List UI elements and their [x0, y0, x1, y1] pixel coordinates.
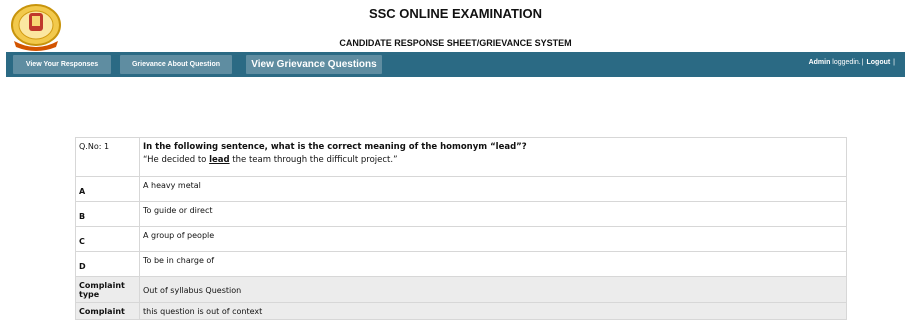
complaint-type-row: Complaint type Out of syllabus Question: [75, 276, 847, 303]
page-subtitle: CANDIDATE RESPONSE SHEET/GRIEVANCE SYSTE…: [339, 38, 572, 48]
logout-link[interactable]: Logout: [867, 59, 891, 66]
option-row: C A group of people: [75, 226, 847, 252]
option-row: B To guide or direct: [75, 201, 847, 227]
page-title: SSC ONLINE EXAMINATION: [368, 6, 543, 21]
option-text: To guide or direct: [139, 201, 847, 227]
option-label: B: [75, 201, 140, 227]
view-your-responses-button[interactable]: View Your Responses: [13, 55, 111, 74]
complaint-type-value: Out of syllabus Question: [139, 276, 847, 303]
separator: |: [861, 59, 864, 66]
question-sentence: “He decided to lead the team through the…: [143, 155, 843, 165]
option-label: C: [75, 226, 140, 252]
user-status: Admin loggedin.| Logout |: [809, 59, 896, 66]
sentence-after: the team through the difficult project.”: [229, 155, 398, 165]
complaint-label: Complaint: [75, 302, 140, 320]
option-text: A heavy metal: [139, 176, 847, 202]
option-label: D: [75, 251, 140, 277]
user-name: Admin: [808, 59, 831, 66]
complaint-row: Complaint this question is out of contex…: [75, 302, 847, 320]
option-text: A group of people: [139, 226, 847, 252]
grievance-about-question-button[interactable]: Grievance About Question: [120, 55, 232, 74]
view-grievance-questions-button[interactable]: View Grievance Questions: [246, 55, 382, 74]
option-row: D To be in charge of: [75, 251, 847, 277]
option-row: A A heavy metal: [75, 176, 847, 202]
sentence-before: “He decided to: [143, 155, 210, 165]
top-nav-bar: View Your Responses Grievance About Ques…: [6, 52, 905, 77]
sentence-highlight: lead: [209, 155, 230, 165]
question-text: In the following sentence, what is the c…: [143, 142, 527, 152]
option-label: A: [75, 176, 140, 202]
option-text: To be in charge of: [139, 251, 847, 277]
response-table: Q.No: 1 In the following sentence, what …: [75, 137, 847, 320]
complaint-value: this question is out of context: [139, 302, 847, 320]
page-header: SSC ONLINE EXAMINATION CANDIDATE RESPONS…: [0, 0, 911, 52]
complaint-type-label: Complaint type: [75, 276, 140, 303]
question-row: Q.No: 1 In the following sentence, what …: [75, 137, 847, 177]
question-number: Q.No: 1: [75, 137, 140, 177]
question-cell: In the following sentence, what is the c…: [139, 137, 847, 177]
separator-trailing: |: [893, 59, 895, 66]
logged-in-text: loggedin.: [832, 59, 861, 66]
